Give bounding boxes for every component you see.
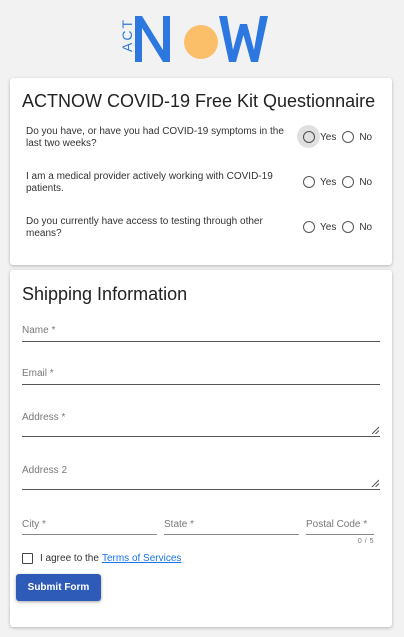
radio-no-label: No [359,221,373,233]
address-field[interactable]: Address * [22,411,380,437]
radio-no[interactable]: No [342,131,372,143]
resize-handle-icon[interactable] [371,479,379,487]
postal-code-counter: 0 / 5 [357,538,374,545]
address-field-label: Address * [22,412,66,423]
radio-yes[interactable]: Yes [303,221,336,233]
state-field-underline [164,534,299,535]
address-field-underline [22,436,380,437]
radio-no[interactable]: No [342,221,372,233]
address2-field-underline [22,489,380,490]
email-field-underline [22,384,380,385]
state-field-label: State * [164,519,195,530]
terms-agreement: I agree to the Terms of Services [22,553,181,564]
question-testing-access: Do you currently have access to testing … [26,216,392,250]
email-field-label: Email * [22,368,54,379]
radio-yes[interactable]: Yes [303,176,336,188]
name-field-label: Name * [22,325,56,336]
terms-of-service-link[interactable]: Terms of Services [102,553,181,564]
question-symptoms: Do you have, or have you had COVID-19 sy… [26,125,392,160]
radio-group-symptoms: Yes No [297,125,378,148]
shipping-title: Shipping Information [22,284,188,304]
terms-agreement-text: I agree to the [40,553,99,564]
city-field-underline [22,534,157,535]
postal-code-field-label: Postal Code * [306,519,368,530]
terms-checkbox[interactable] [22,553,33,564]
state-field[interactable]: State * [164,518,299,536]
radio-yes-label: Yes [320,131,337,143]
radio-no-label: No [359,131,373,143]
radio-no-label: No [359,176,373,188]
resize-handle-icon[interactable] [371,426,379,434]
email-field[interactable]: Email * [22,367,380,385]
name-field-underline [22,341,380,342]
radio-yes-circle[interactable] [303,176,315,188]
radio-no-circle[interactable] [342,131,355,143]
questionnaire-title: ACTNOW COVID-19 Free Kit Questionnaire [22,91,376,111]
radio-yes-circle[interactable] [303,221,315,233]
shipping-card: Shipping Information Name * Email * Addr… [10,270,392,627]
question-medical-provider: I am a medical provider actively working… [26,171,392,205]
radio-no-circle[interactable] [342,176,355,188]
submit-form-button[interactable]: Submit Form [16,574,101,601]
city-field-label: City * [22,519,46,530]
radio-group-testing-access: Yes No [303,221,378,233]
question-text: Do you currently have access to testing … [26,216,263,239]
radio-yes-circle[interactable] [297,125,320,148]
logo-now-graphic [135,16,268,62]
actnow-logo: ACT [0,0,404,78]
name-field[interactable]: Name * [22,324,380,342]
radio-yes-label: Yes [320,176,337,188]
radio-yes[interactable]: Yes [297,125,337,148]
radio-no-circle[interactable] [342,221,355,233]
address2-field[interactable]: Address 2 [22,464,380,490]
radio-yes-label: Yes [320,221,337,233]
question-text: I am a medical provider actively working… [26,171,273,194]
radio-group-medical-provider: Yes No [303,176,378,188]
question-text: Do you have, or have you had COVID-19 sy… [26,126,284,149]
questionnaire-card: ACTNOW COVID-19 Free Kit Questionnaire D… [10,78,392,265]
postal-code-field[interactable]: Postal Code * 0 / 5 [306,518,374,546]
postal-code-field-underline [306,534,374,535]
radio-no[interactable]: No [342,176,372,188]
city-field[interactable]: City * [22,518,157,536]
address2-field-label: Address 2 [22,465,68,476]
